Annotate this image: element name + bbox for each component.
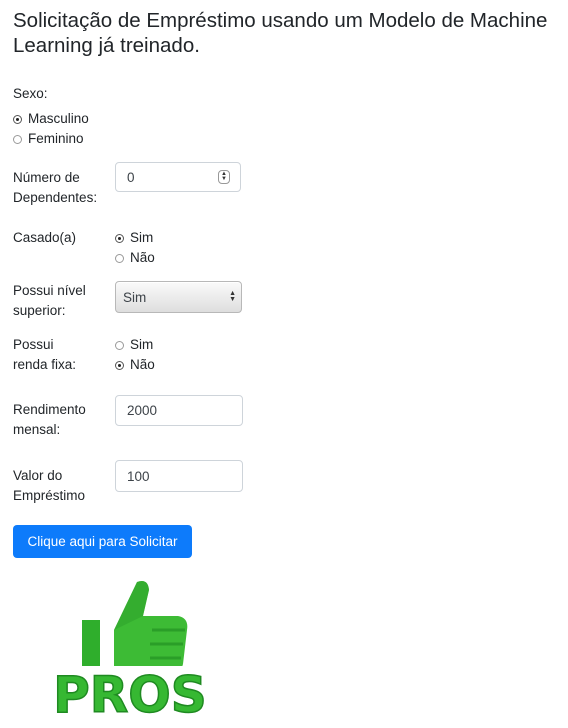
renda-fixa-label: Possui renda fixa: <box>13 337 77 372</box>
radio-renda-nao[interactable]: Não <box>115 355 155 375</box>
radio-renda-sim[interactable]: Sim <box>115 335 153 355</box>
radio-casado-sim-label: Sim <box>130 230 154 245</box>
radio-casado-sim-indicator[interactable] <box>115 233 124 243</box>
radio-casado-nao[interactable]: Não <box>115 248 155 268</box>
radio-casado-nao-label: Não <box>130 250 155 265</box>
dependentes-input[interactable]: 0 ▲ ▼ <box>115 162 241 192</box>
casado-label: Casado(a) <box>13 230 77 245</box>
valor-input[interactable]: 100 <box>115 460 243 492</box>
radio-renda-sim-indicator[interactable] <box>115 340 124 350</box>
thumbs-up-icon <box>75 571 196 681</box>
radio-feminino-label: Feminino <box>28 131 84 146</box>
radio-feminino[interactable]: Feminino <box>13 129 84 149</box>
radio-casado-sim[interactable]: Sim <box>115 228 153 248</box>
radio-renda-nao-indicator[interactable] <box>115 360 124 370</box>
pros-thumbs-up-logo: PROS <box>46 571 214 722</box>
radio-renda-sim-label: Sim <box>130 337 154 352</box>
radio-masculino-indicator[interactable] <box>13 114 22 124</box>
radio-casado-nao-indicator[interactable] <box>115 253 124 263</box>
rendimento-input[interactable]: 2000 <box>115 395 243 426</box>
valor-value: 100 <box>127 468 150 484</box>
superior-select[interactable]: Sim ▲ ▼ <box>115 281 242 313</box>
page-title: Solicitação de Empréstimo usando um Mode… <box>13 9 548 57</box>
logo-text: PROS <box>53 666 207 722</box>
superior-label: Possui nível superior: <box>13 283 86 318</box>
sexo-label: Sexo: <box>13 86 48 101</box>
select-arrows-icon: ▲ ▼ <box>229 290 236 303</box>
radio-masculino-label: Masculino <box>28 111 89 126</box>
radio-feminino-indicator[interactable] <box>13 134 22 144</box>
radio-renda-nao-label: Não <box>130 357 155 372</box>
superior-selected-value: Sim <box>123 289 147 305</box>
rendimento-label: Rendimento mensal: <box>13 402 86 437</box>
dependentes-label: Número de Dependentes: <box>13 170 98 205</box>
rendimento-value: 2000 <box>127 403 158 418</box>
number-stepper[interactable]: ▲ ▼ <box>218 170 230 184</box>
radio-masculino[interactable]: Masculino <box>13 109 89 129</box>
valor-label: Valor do Empréstimo <box>13 468 86 503</box>
dependentes-value: 0 <box>127 169 135 185</box>
submit-button[interactable]: Clique aqui para Solicitar <box>13 525 192 558</box>
